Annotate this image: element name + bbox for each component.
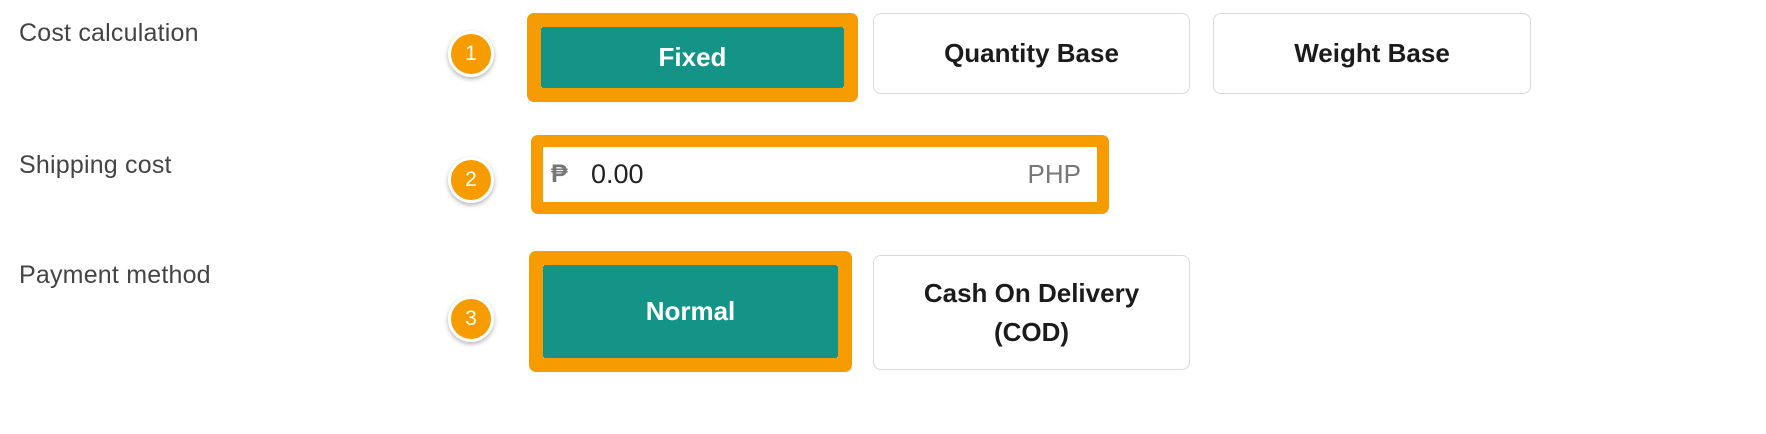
payment-option-normal[interactable]: Normal — [543, 265, 838, 358]
cost-option-fixed[interactable]: Fixed — [541, 27, 844, 88]
shipping-cost-value: 0.00 — [591, 159, 644, 189]
shipping-cost-highlight: ₱ 0.00 PHP — [531, 135, 1109, 214]
cost-option-weight-base[interactable]: Weight Base — [1213, 13, 1531, 94]
step-badge-2: 2 — [448, 157, 494, 203]
currency-code-suffix: PHP — [1027, 159, 1081, 189]
payment-option-cod[interactable]: Cash On Delivery (COD) — [873, 255, 1190, 370]
payment-normal-highlight: Normal — [529, 251, 852, 372]
shipping-cost-input[interactable]: ₱ 0.00 PHP — [543, 147, 1097, 202]
step-badge-3: 3 — [448, 296, 494, 342]
cost-calculation-label: Cost calculation — [19, 19, 199, 47]
cost-fixed-highlight: Fixed — [527, 13, 858, 102]
peso-icon: ₱ — [551, 160, 568, 188]
cost-option-quantity-base[interactable]: Quantity Base — [873, 13, 1190, 94]
shipping-cost-label: Shipping cost — [19, 151, 172, 179]
payment-method-label: Payment method — [19, 261, 211, 289]
step-badge-1: 1 — [448, 31, 494, 77]
